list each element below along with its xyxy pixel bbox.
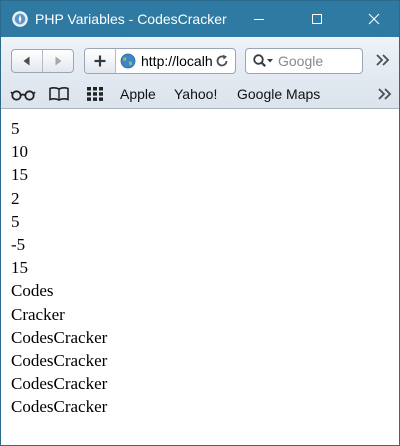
output-line: 15 (11, 165, 28, 185)
output-line: 5 (11, 211, 20, 231)
bookmark-google-maps[interactable]: Google Maps (237, 86, 320, 102)
toolbar-overflow-chevron-icon[interactable] (375, 53, 391, 67)
minimize-icon (254, 19, 264, 20)
address-bar: http://localhost (84, 48, 236, 74)
output-line: 5 (11, 119, 20, 138)
navigation-toolbar: http://localhost (1, 37, 399, 79)
search-bar (245, 48, 363, 74)
maximize-button[interactable] (294, 1, 340, 37)
forward-button[interactable] (42, 50, 73, 72)
page-content: 5 10 15 2 5 -5 15 Codes Cracker CodesCra… (11, 117, 391, 419)
output-line: 10 (11, 142, 28, 162)
minimize-button[interactable] (236, 1, 282, 37)
window-title: PHP Variables - CodesCracker (35, 11, 227, 27)
output-line: CodesCracker (11, 351, 108, 371)
forward-arrow-icon (55, 56, 62, 66)
top-sites-grid-icon[interactable] (86, 86, 104, 102)
bookmark-apple[interactable]: Apple (120, 86, 156, 102)
bookmarks-book-icon[interactable] (48, 86, 70, 102)
search-input[interactable] (278, 52, 358, 70)
search-icon[interactable] (252, 53, 274, 69)
bookmarks-overflow-chevron-icon[interactable] (377, 87, 393, 101)
output-line: CodesCracker (11, 374, 108, 394)
maximize-icon (312, 14, 322, 24)
safari-compass-icon (12, 11, 28, 27)
browser-window: PHP Variables - CodesCracker http://loca… (0, 0, 400, 446)
close-icon (368, 13, 380, 25)
bookmarks-bar: Apple Yahoo! Google Maps (1, 79, 399, 109)
reading-list-glasses-icon[interactable] (10, 86, 36, 102)
back-button[interactable] (12, 50, 42, 72)
url-field[interactable]: http://localhost (141, 53, 213, 69)
bookmark-yahoo[interactable]: Yahoo! (174, 86, 217, 102)
output-line: CodesCracker (11, 327, 108, 347)
output-line: CodesCracker (11, 397, 108, 417)
output-line: 15 (11, 258, 28, 278)
close-button[interactable] (351, 1, 397, 37)
output-line: -5 (11, 235, 26, 255)
add-bookmark-button[interactable] (85, 49, 116, 73)
back-arrow-icon (23, 56, 30, 66)
title-bar: PHP Variables - CodesCracker (1, 1, 399, 37)
globe-icon (120, 53, 136, 69)
output-line: Codes (11, 281, 54, 301)
output-line: Cracker (11, 304, 65, 324)
plus-icon (94, 55, 106, 67)
reload-icon[interactable] (214, 53, 230, 69)
output-line: 2 (11, 188, 20, 208)
back-forward-group (11, 49, 74, 73)
